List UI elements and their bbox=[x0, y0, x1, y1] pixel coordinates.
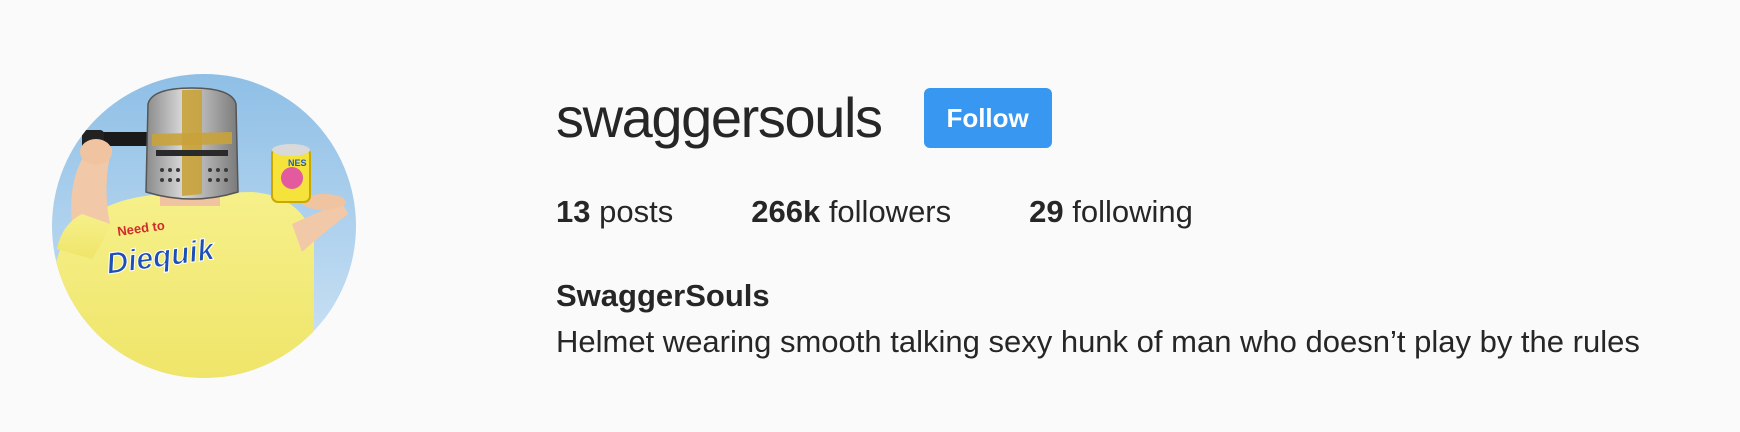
posts-stat: 13 posts bbox=[556, 190, 673, 234]
following-label: following bbox=[1072, 194, 1193, 229]
followers-label: followers bbox=[828, 194, 952, 229]
profile-stats: 13 posts 266k followers 29 following bbox=[556, 190, 1271, 234]
svg-text:NES: NES bbox=[288, 158, 307, 168]
full-name: SwaggerSouls bbox=[556, 278, 770, 313]
follow-button[interactable]: Follow bbox=[923, 88, 1052, 148]
profile-info: swaggersouls Follow 13 posts 266k follow… bbox=[556, 0, 1740, 432]
following-count: 29 bbox=[1029, 194, 1064, 229]
following-stat[interactable]: 29 following bbox=[1029, 190, 1193, 234]
posts-label: posts bbox=[599, 194, 674, 229]
username: swaggersouls bbox=[556, 86, 883, 149]
profile-header: swaggersouls Follow bbox=[556, 78, 1052, 158]
avatar-image: NES Need to Diequik bbox=[52, 74, 356, 378]
bio-text: Helmet wearing smooth talking sexy hunk … bbox=[556, 324, 1640, 359]
followers-count: 266k bbox=[751, 194, 821, 229]
profile-avatar[interactable]: NES Need to Diequik bbox=[52, 74, 356, 378]
followers-stat[interactable]: 266k followers bbox=[751, 190, 951, 234]
posts-count: 13 bbox=[556, 194, 591, 229]
